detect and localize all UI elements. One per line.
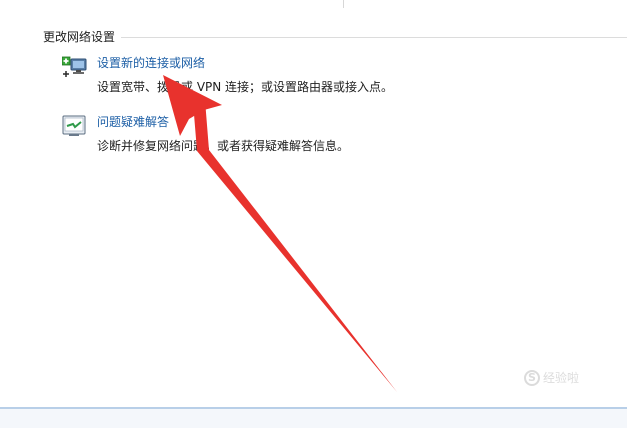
footer-area	[0, 409, 627, 428]
setup-connection-description: 设置宽带、拨号或 VPN 连接；或设置路由器或接入点。	[97, 80, 394, 94]
troubleshoot-link[interactable]: 问题疑难解答	[97, 113, 169, 130]
network-setup-icon[interactable]	[62, 54, 88, 80]
troubleshoot-description: 诊断并修复网络问题，或者获得疑难解答信息。	[97, 139, 350, 153]
section-rule	[121, 36, 627, 38]
troubleshoot-icon[interactable]	[62, 113, 88, 139]
watermark-text: 经验啦	[543, 371, 580, 385]
annotation-arrow	[163, 75, 397, 392]
section-title: 更改网络设置	[43, 29, 116, 44]
top-divider	[343, 0, 344, 8]
watermark: S 经验啦	[524, 369, 579, 386]
section-header: 更改网络设置	[43, 28, 627, 44]
setup-connection-link[interactable]: 设置新的连接或网络	[97, 54, 205, 71]
watermark-logo-icon: S	[524, 369, 540, 386]
